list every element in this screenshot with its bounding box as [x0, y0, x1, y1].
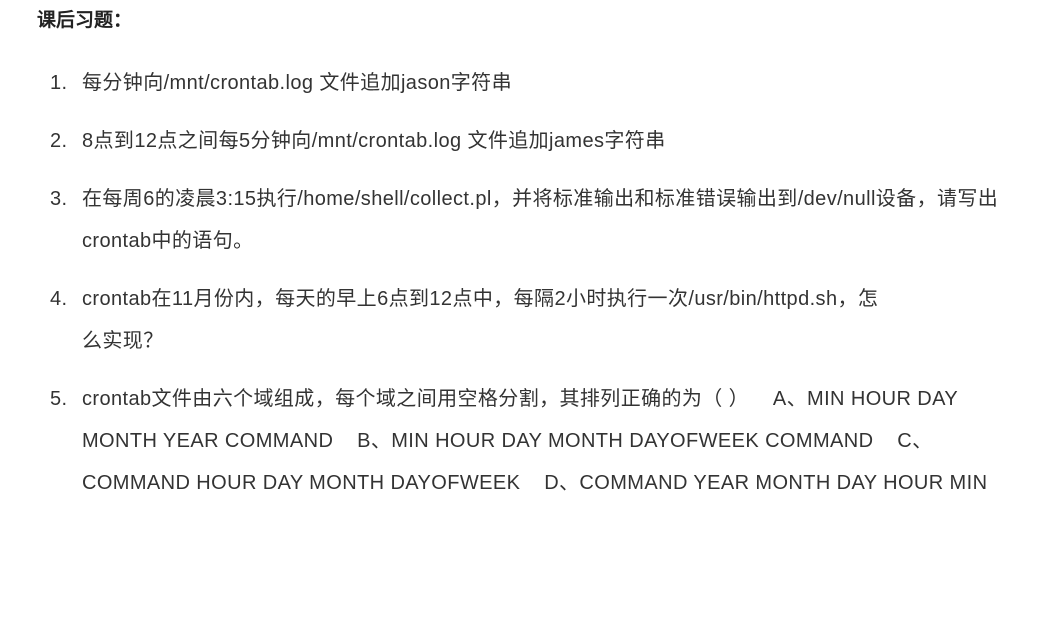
item-number: 1. [50, 72, 68, 94]
list-item: 5. crontab文件由六个域组成，每个域之间用空格分割，其排列正确的为（ ） … [50, 378, 1040, 504]
section-title: 课后习题： [37, 10, 133, 31]
item-text: 每分钟向/mnt/crontab.log 文件追加jason字符串 [82, 72, 512, 94]
item-number: 2. [50, 130, 68, 152]
item-text: 在每周6的凌晨3:15执行/home/shell/collect.pl，并将标准… [82, 188, 999, 252]
item-text: crontab在11月份内，每天的早上6点到12点中，每隔2小时执行一次/usr… [82, 288, 879, 352]
item-number: 5. [50, 388, 68, 410]
exercise-list: 1. 每分钟向/mnt/crontab.log 文件追加jason字符串 2. 8点… [50, 62, 1040, 520]
item-text: crontab文件由六个域组成，每个域之间用空格分割，其排列正确的为（ ） A、… [82, 388, 988, 494]
list-item: 1. 每分钟向/mnt/crontab.log 文件追加jason字符串 [50, 62, 1040, 104]
list-item: 3. 在每周6的凌晨3:15执行/home/shell/collect.pl，并将… [50, 178, 1040, 262]
list-item: 2. 8点到12点之间每5分钟向/mnt/crontab.log 文件追加jame… [50, 120, 1040, 162]
item-number: 3. [50, 188, 68, 210]
list-item: 4. crontab在11月份内，每天的早上6点到12点中，每隔2小时执行一次/u… [50, 278, 1040, 362]
item-text: 8点到12点之间每5分钟向/mnt/crontab.log 文件追加james字… [82, 130, 666, 152]
item-number: 4. [50, 288, 68, 310]
